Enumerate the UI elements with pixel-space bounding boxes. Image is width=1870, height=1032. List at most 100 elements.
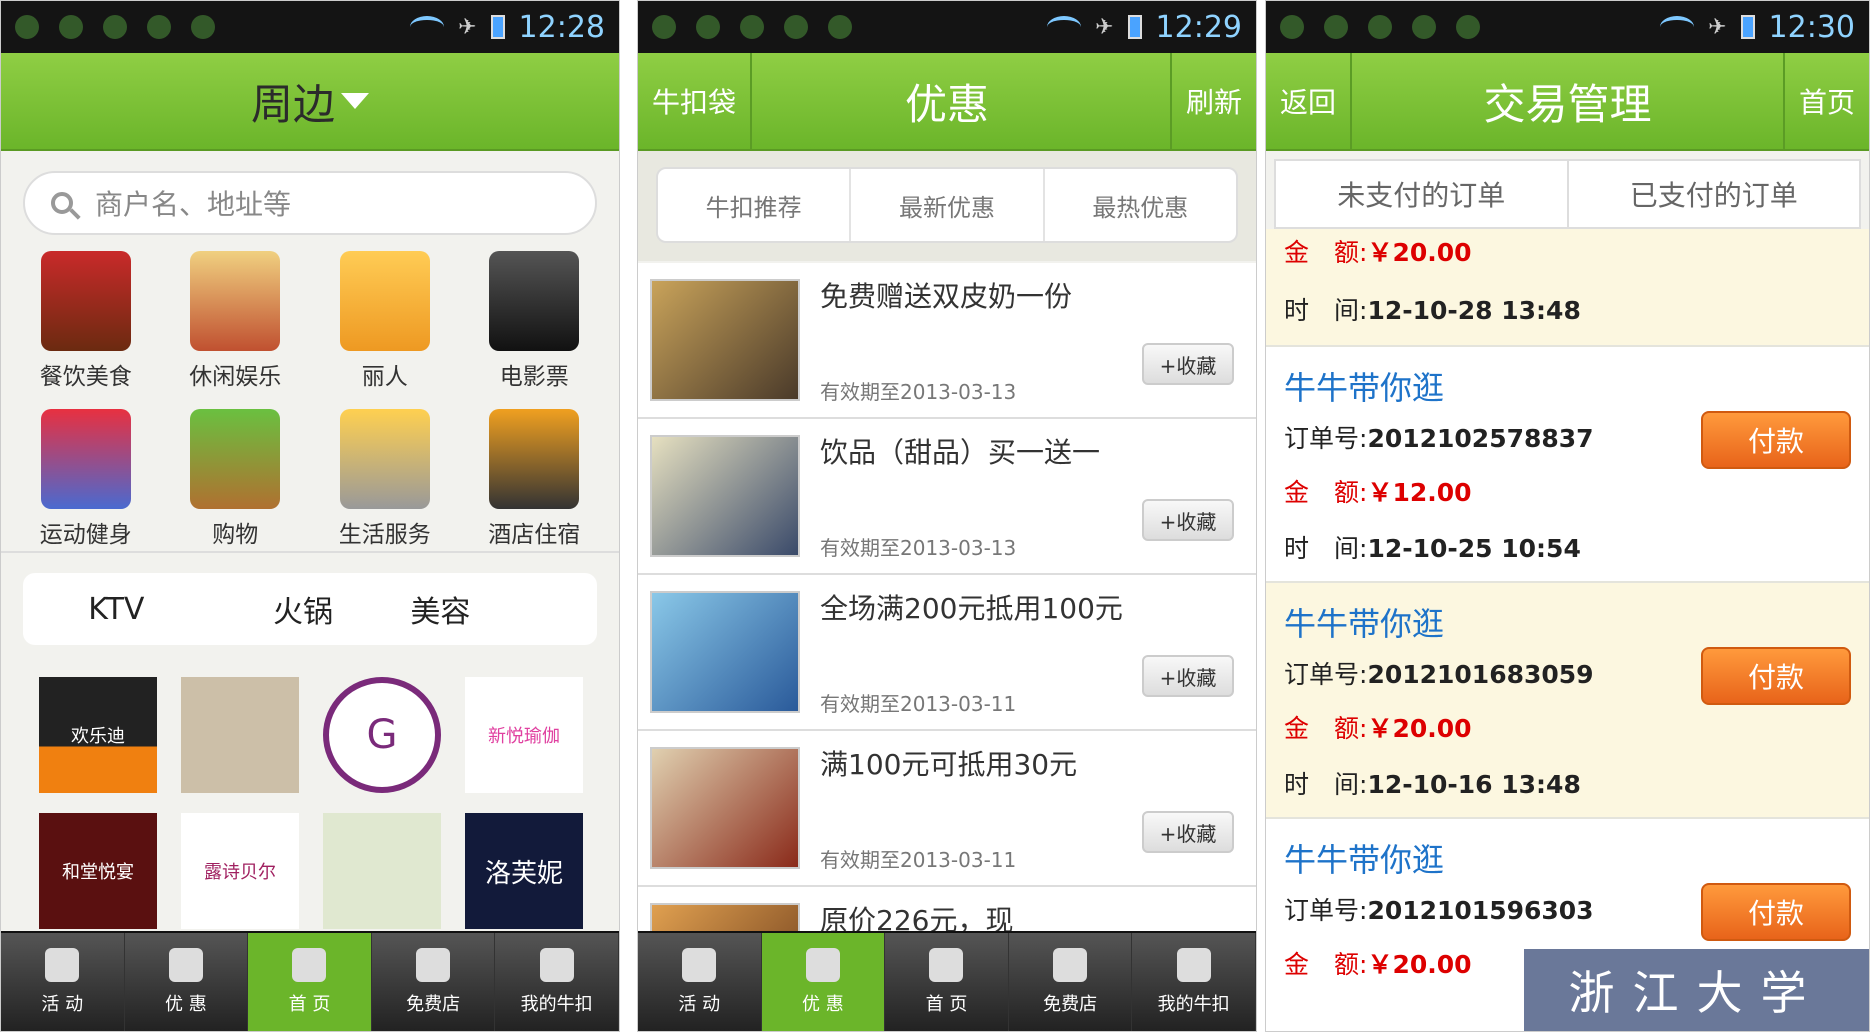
merchant-logo[interactable]: 露诗贝尔 bbox=[181, 813, 299, 929]
airplane-icon: ✈ bbox=[458, 14, 477, 40]
store-icon bbox=[416, 948, 451, 982]
merchant-logo[interactable]: G bbox=[323, 677, 441, 793]
favorite-button[interactable]: +收藏 bbox=[1142, 499, 1234, 541]
coupon-bag-button[interactable]: 牛扣袋 bbox=[638, 53, 753, 149]
category-movie[interactable]: 电影票 bbox=[460, 251, 610, 391]
home-icon bbox=[929, 948, 964, 982]
wifi-icon bbox=[1660, 16, 1695, 38]
app-icon bbox=[147, 15, 171, 39]
category-shopping[interactable]: 购物 bbox=[161, 409, 311, 549]
bag-icon bbox=[168, 948, 203, 982]
airplane-icon: ✈ bbox=[1095, 14, 1114, 40]
tag-hotpot[interactable]: 火锅 bbox=[210, 587, 397, 631]
nav-my[interactable]: 我的牛扣 bbox=[1132, 933, 1256, 1031]
pay-button[interactable]: 付款 bbox=[1701, 647, 1851, 705]
category-grid: 餐饮美食 休闲娱乐 丽人 电影票 运动健身 购物 生活服务 酒店住宿 bbox=[11, 251, 609, 549]
home-icon bbox=[292, 948, 327, 982]
nav-activity[interactable]: 活 动 bbox=[1, 933, 125, 1031]
clock: 12:28 bbox=[518, 9, 605, 45]
nav-home[interactable]: 首 页 bbox=[248, 933, 372, 1031]
category-hotel[interactable]: 酒店住宿 bbox=[460, 409, 610, 549]
tab-paid[interactable]: 已支付的订单 bbox=[1569, 161, 1860, 227]
gift-icon bbox=[339, 251, 430, 351]
tag-ktv[interactable]: KTV bbox=[23, 592, 210, 627]
tag-icon bbox=[45, 948, 80, 982]
merchant-logo[interactable] bbox=[323, 813, 441, 929]
dropdown-icon[interactable] bbox=[341, 93, 369, 109]
popcorn-icon bbox=[190, 251, 281, 351]
merchant-logo[interactable] bbox=[181, 677, 299, 793]
tab-recommend[interactable]: 牛扣推荐 bbox=[658, 169, 852, 241]
merchant-logo[interactable]: 洛芙妮 bbox=[465, 813, 583, 929]
order-item: 金 额:￥20.00 时 间:12-10-28 13:48 bbox=[1266, 229, 1869, 347]
order-item[interactable]: 牛牛带你逛 订单号:2012102578837 金 额:￥12.00 时 间:1… bbox=[1266, 347, 1869, 583]
order-item[interactable]: 牛牛带你逛 订单号:2012101683059 金 额:￥20.00 时 间:1… bbox=[1266, 583, 1869, 819]
clapperboard-icon bbox=[489, 251, 580, 351]
category-food[interactable]: 餐饮美食 bbox=[11, 251, 161, 391]
battery-icon bbox=[490, 15, 505, 39]
app-icon bbox=[1412, 15, 1436, 39]
android-icon bbox=[15, 15, 39, 39]
home-button[interactable]: 首页 bbox=[1782, 53, 1869, 149]
merchant-name[interactable]: 牛牛带你逛 bbox=[1284, 599, 1444, 645]
status-bar: ✈ 12:30 bbox=[1266, 1, 1869, 53]
battery-icon bbox=[1127, 15, 1142, 39]
category-beauty[interactable]: 丽人 bbox=[310, 251, 460, 391]
tag-beauty[interactable]: 美容 bbox=[396, 587, 597, 631]
nav-my[interactable]: 我的牛扣 bbox=[495, 933, 619, 1031]
merchant-logo[interactable]: 和堂悦宴 bbox=[39, 813, 157, 929]
tab-unpaid[interactable]: 未支付的订单 bbox=[1276, 161, 1569, 227]
pay-button[interactable]: 付款 bbox=[1701, 883, 1851, 941]
nav-free-store[interactable]: 免费店 bbox=[372, 933, 496, 1031]
pay-button[interactable]: 付款 bbox=[1701, 411, 1851, 469]
merchant-logo[interactable]: 新悦瑜伽 bbox=[465, 677, 583, 793]
nav-activity[interactable]: 活 动 bbox=[638, 933, 762, 1031]
nav-deals[interactable]: 优 惠 bbox=[125, 933, 249, 1031]
tab-hottest[interactable]: 最热优惠 bbox=[1045, 169, 1236, 241]
deal-title: 全场满200元抵用100元 bbox=[820, 592, 1123, 625]
deal-title: 免费赠送双皮奶一份 bbox=[820, 280, 1073, 313]
header: 牛扣袋 优惠 刷新 bbox=[638, 53, 1256, 151]
deal-item[interactable]: 满100元可抵用30元 有效期至2013-03-11 +收藏 bbox=[638, 731, 1256, 887]
profile-icon bbox=[539, 948, 574, 982]
category-leisure[interactable]: 休闲娱乐 bbox=[161, 251, 311, 391]
category-services[interactable]: 生活服务 bbox=[310, 409, 460, 549]
profile-icon bbox=[1176, 948, 1211, 982]
screen-transactions: ✈ 12:30 返回 交易管理 首页 未支付的订单 已支付的订单 金 额:￥20… bbox=[1265, 0, 1870, 1032]
refresh-button[interactable]: 刷新 bbox=[1169, 53, 1256, 149]
status-bar: ✈ 12:29 bbox=[638, 1, 1256, 53]
search-input[interactable]: 商户名、地址等 bbox=[23, 171, 597, 235]
deal-image bbox=[650, 591, 800, 713]
favorite-button[interactable]: +收藏 bbox=[1142, 343, 1234, 385]
usb-icon bbox=[59, 15, 83, 39]
nav-deals[interactable]: 优 惠 bbox=[761, 933, 886, 1031]
clock: 12:29 bbox=[1155, 9, 1242, 45]
android-icon bbox=[652, 15, 676, 39]
back-button[interactable]: 返回 bbox=[1266, 53, 1353, 149]
merchant-logos: 欢乐迪 G 新悦瑜伽 和堂悦宴 露诗贝尔 洛芙妮 bbox=[39, 677, 589, 929]
bottom-nav: 活 动 优 惠 首 页 免费店 我的牛扣 bbox=[1, 931, 619, 1031]
app-icon bbox=[784, 15, 808, 39]
screen-nearby: ✈ 12:28 周边 商户名、地址等 餐饮美食 休闲娱乐 丽人 电影票 运动健身… bbox=[0, 0, 620, 1032]
page-title[interactable]: 周边 bbox=[251, 71, 335, 132]
deal-validity: 有效期至2013-03-11 bbox=[820, 848, 1017, 872]
tab-latest[interactable]: 最新优惠 bbox=[851, 169, 1045, 241]
wifi-icon bbox=[410, 16, 445, 38]
deal-item[interactable]: 饮品（甜品）买一送一 有效期至2013-03-13 +收藏 bbox=[638, 419, 1256, 575]
status-bar: ✈ 12:28 bbox=[1, 1, 619, 53]
deal-item[interactable]: 全场满200元抵用100元 有效期至2013-03-11 +收藏 bbox=[638, 575, 1256, 731]
category-sports[interactable]: 运动健身 bbox=[11, 409, 161, 549]
deal-image bbox=[650, 279, 800, 401]
cake-icon bbox=[40, 251, 131, 351]
nav-home[interactable]: 首 页 bbox=[885, 933, 1009, 1031]
nav-free-store[interactable]: 免费店 bbox=[1009, 933, 1133, 1031]
merchant-name[interactable]: 牛牛带你逛 bbox=[1284, 835, 1444, 881]
tag-icon bbox=[682, 948, 717, 982]
merchant-logo[interactable]: 欢乐迪 bbox=[39, 677, 157, 793]
merchant-name[interactable]: 牛牛带你逛 bbox=[1284, 363, 1444, 409]
favorite-button[interactable]: +收藏 bbox=[1142, 811, 1234, 853]
favorite-button[interactable]: +收藏 bbox=[1142, 655, 1234, 697]
deal-title: 满100元可抵用30元 bbox=[820, 748, 1078, 781]
deal-item[interactable]: 免费赠送双皮奶一份 有效期至2013-03-13 +收藏 bbox=[638, 263, 1256, 419]
usb-icon bbox=[696, 15, 720, 39]
